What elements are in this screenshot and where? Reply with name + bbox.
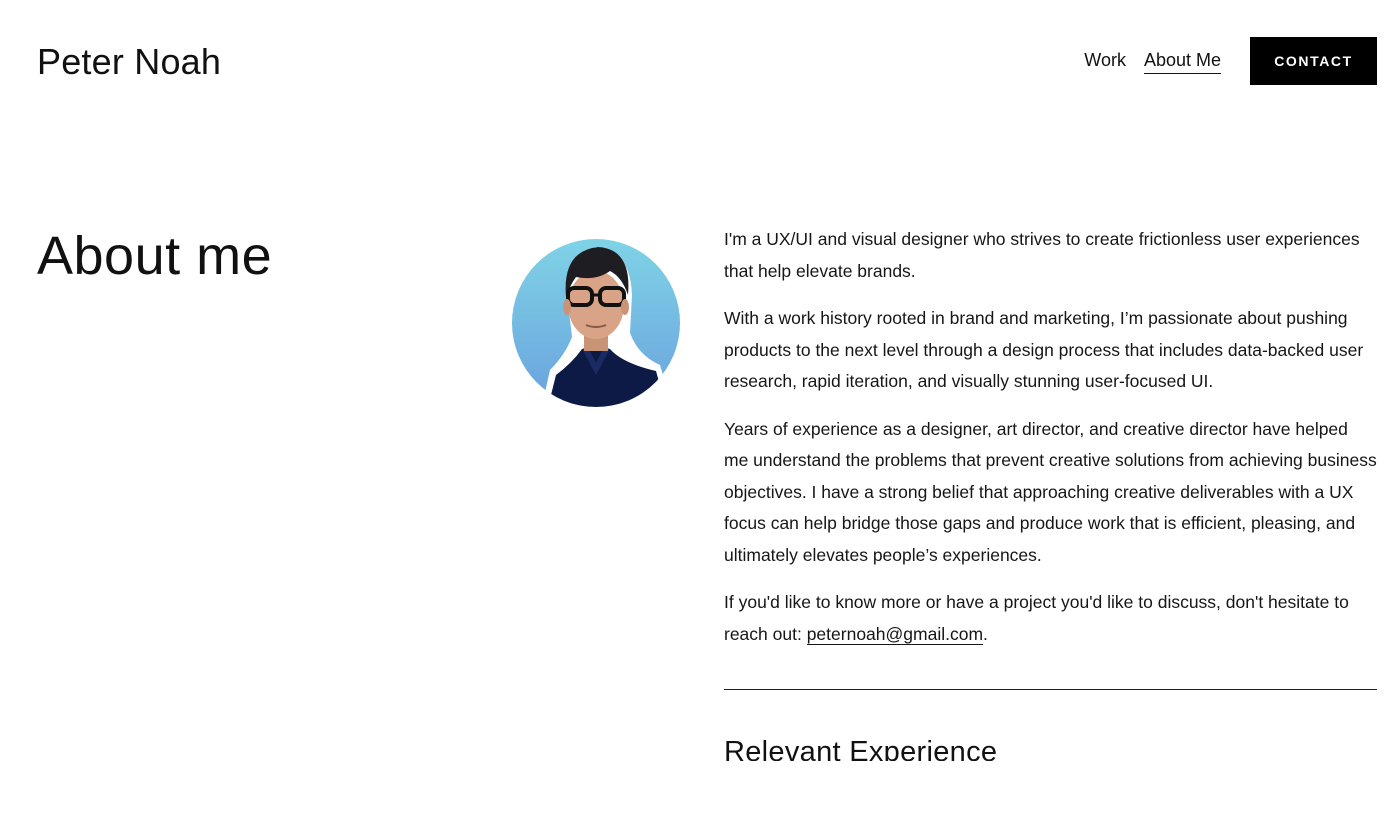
relevant-experience-section: Relevant Experience (724, 730, 1377, 761)
portrait-avatar (510, 225, 682, 408)
nav-link-about-me[interactable]: About Me (1143, 49, 1221, 74)
intro-paragraph: I'm a UX/UI and visual designer who stri… (724, 229, 1360, 281)
nav-link-work[interactable]: Work (1084, 49, 1126, 74)
site-title[interactable]: Peter Noah (37, 40, 221, 84)
contact-paragraph-suffix: . (983, 623, 988, 644)
section-divider (724, 689, 1377, 690)
experience-paragraph: Years of experience as a designer, art d… (724, 418, 1377, 565)
page-heading: About me (37, 226, 273, 286)
about-text: I'm a UX/UI and visual designer who stri… (724, 224, 1377, 666)
contact-paragraph: If you'd like to know more or have a pro… (724, 587, 1377, 650)
contact-button[interactable]: CONTACT (1250, 37, 1377, 85)
section-heading: Relevant Experience (724, 736, 998, 761)
work-history-paragraph: With a work history rooted in brand and … (724, 308, 1364, 391)
email-link[interactable]: peternoah@gmail.com (806, 623, 984, 645)
main-nav: Work About Me CONTACT (1084, 37, 1377, 85)
